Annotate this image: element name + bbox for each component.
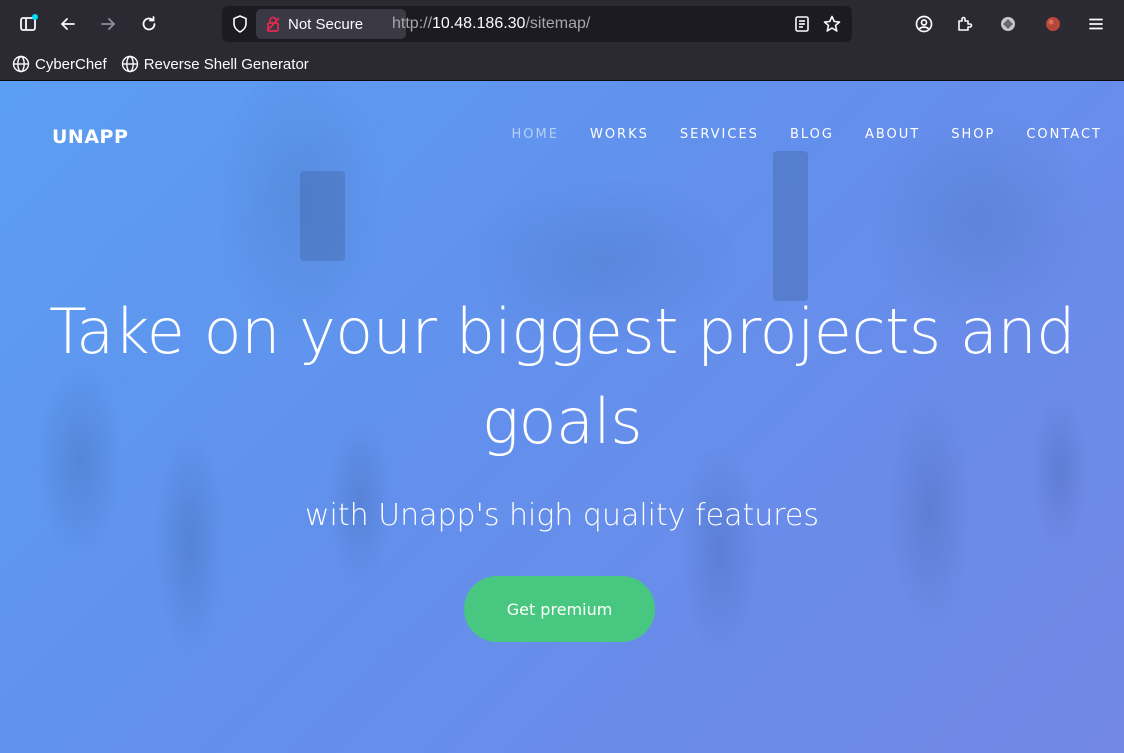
forward-arrow-icon[interactable] [92, 8, 124, 40]
not-secure-label: Not Secure [288, 15, 364, 33]
bookmark-label: Reverse Shell Generator [143, 55, 309, 73]
url-text[interactable]: http://10.48.186.30/sitemap/ [392, 15, 590, 33]
extension-foxyproxy-icon[interactable] [992, 8, 1024, 40]
site-logo[interactable]: UNAPP [52, 126, 128, 148]
back-arrow-icon[interactable] [52, 8, 84, 40]
hero-subtitle: with Unapp's high quality features [304, 498, 820, 533]
web-page: UNAPP HOME WORKS SERVICES BLOG ABOUT SHO… [0, 81, 1124, 753]
background-traffic-light [300, 171, 345, 261]
insecure-lock-icon [264, 15, 282, 33]
extensions-puzzle-icon[interactable] [949, 8, 981, 40]
nav-services[interactable]: SERVICES [680, 127, 759, 142]
account-icon[interactable] [908, 8, 940, 40]
url-host: 10.48.186.30 [432, 15, 526, 32]
get-premium-button[interactable]: Get premium [464, 576, 655, 642]
extension-wappalyzer-icon[interactable] [1037, 8, 1069, 40]
reload-icon[interactable] [133, 8, 165, 40]
tracking-protection-shield-icon[interactable] [230, 14, 250, 34]
url-prefix: http:// [392, 15, 433, 32]
hero-title: Take on your biggest projects and goals [0, 287, 1124, 467]
globe-icon [12, 55, 30, 73]
url-bar[interactable]: Not Secure http://10.48.186.30/sitemap/ [222, 6, 852, 42]
browser-toolbar: Not Secure http://10.48.186.30/sitemap/ [0, 0, 1124, 48]
hero-title-line1: Take on your biggest projects and [49, 295, 1076, 368]
reader-view-icon[interactable] [792, 14, 812, 34]
bookmark-label: CyberChef [35, 55, 107, 73]
url-path: /sitemap/ [525, 15, 591, 32]
notification-dot [32, 14, 38, 20]
nav-about[interactable]: ABOUT [865, 127, 920, 142]
bookmark-star-icon[interactable] [822, 14, 842, 34]
nav-blog[interactable]: BLOG [790, 127, 834, 142]
bookmarks-toolbar: CyberChef Reverse Shell Generator [0, 48, 1124, 81]
bookmark-reverse-shell-generator[interactable]: Reverse Shell Generator [121, 55, 309, 73]
site-security-indicator[interactable]: Not Secure [256, 9, 406, 39]
background-traffic-light [773, 151, 808, 301]
main-nav: HOME WORKS SERVICES BLOG ABOUT SHOP CONT… [481, 127, 1102, 142]
nav-home[interactable]: HOME [512, 127, 559, 142]
hamburger-menu-icon[interactable] [1080, 8, 1112, 40]
nav-shop[interactable]: SHOP [951, 127, 995, 142]
nav-works[interactable]: WORKS [590, 127, 649, 142]
hero-title-line2: goals [481, 385, 643, 458]
sidebar-toggle-icon[interactable] [12, 8, 44, 40]
globe-icon [121, 55, 138, 73]
bookmark-cyberchef[interactable]: CyberChef [12, 55, 107, 73]
nav-contact[interactable]: CONTACT [1026, 127, 1102, 142]
